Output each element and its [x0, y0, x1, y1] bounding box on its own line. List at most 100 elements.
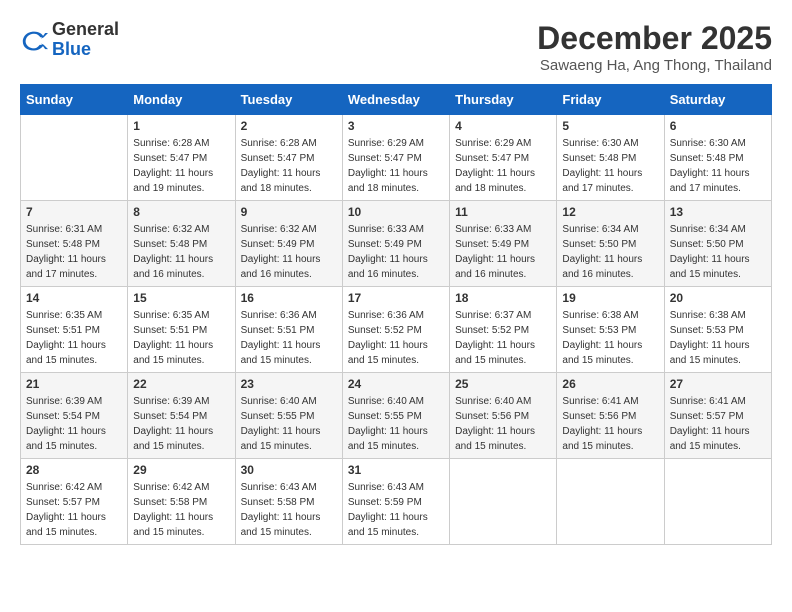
calendar-cell: 4 Sunrise: 6:29 AM Sunset: 5:47 PM Dayli…	[450, 115, 557, 201]
sunrise-label: Sunrise: 6:36 AM	[241, 310, 317, 321]
sunrise-label: Sunrise: 6:32 AM	[241, 224, 317, 235]
day-number: 2	[241, 119, 337, 133]
daylight-label: Daylight: 11 hours and 15 minutes.	[348, 340, 428, 366]
day-number: 19	[562, 291, 658, 305]
calendar-cell: 27 Sunrise: 6:41 AM Sunset: 5:57 PM Dayl…	[664, 373, 771, 459]
daylight-label: Daylight: 11 hours and 15 minutes.	[455, 340, 535, 366]
sunset-label: Sunset: 5:50 PM	[670, 239, 744, 250]
sunset-label: Sunset: 5:58 PM	[133, 497, 207, 508]
day-number: 21	[26, 377, 122, 391]
calendar-cell: 28 Sunrise: 6:42 AM Sunset: 5:57 PM Dayl…	[21, 459, 128, 545]
day-number: 22	[133, 377, 229, 391]
sunset-label: Sunset: 5:52 PM	[348, 325, 422, 336]
daylight-label: Daylight: 11 hours and 15 minutes.	[670, 340, 750, 366]
day-number: 16	[241, 291, 337, 305]
sunset-label: Sunset: 5:48 PM	[670, 153, 744, 164]
day-info: Sunrise: 6:39 AM Sunset: 5:54 PM Dayligh…	[26, 394, 122, 454]
calendar-cell: 22 Sunrise: 6:39 AM Sunset: 5:54 PM Dayl…	[128, 373, 235, 459]
sunset-label: Sunset: 5:49 PM	[348, 239, 422, 250]
logo-general: General	[52, 20, 119, 40]
day-number: 24	[348, 377, 444, 391]
calendar-cell: 31 Sunrise: 6:43 AM Sunset: 5:59 PM Dayl…	[342, 459, 449, 545]
sunrise-label: Sunrise: 6:39 AM	[133, 396, 209, 407]
day-number: 13	[670, 205, 766, 219]
daylight-label: Daylight: 11 hours and 16 minutes.	[562, 254, 642, 280]
sunrise-label: Sunrise: 6:28 AM	[133, 138, 209, 149]
sunset-label: Sunset: 5:59 PM	[348, 497, 422, 508]
sunset-label: Sunset: 5:55 PM	[348, 411, 422, 422]
day-number: 26	[562, 377, 658, 391]
day-number: 10	[348, 205, 444, 219]
sunset-label: Sunset: 5:47 PM	[455, 153, 529, 164]
day-number: 31	[348, 463, 444, 477]
sunrise-label: Sunrise: 6:32 AM	[133, 224, 209, 235]
calendar-cell: 1 Sunrise: 6:28 AM Sunset: 5:47 PM Dayli…	[128, 115, 235, 201]
calendar-cell: 3 Sunrise: 6:29 AM Sunset: 5:47 PM Dayli…	[342, 115, 449, 201]
day-number: 25	[455, 377, 551, 391]
logo: General Blue	[20, 20, 119, 60]
sunrise-label: Sunrise: 6:30 AM	[670, 138, 746, 149]
calendar-cell: 11 Sunrise: 6:33 AM Sunset: 5:49 PM Dayl…	[450, 201, 557, 287]
calendar-cell: 26 Sunrise: 6:41 AM Sunset: 5:56 PM Dayl…	[557, 373, 664, 459]
daylight-label: Daylight: 11 hours and 16 minutes.	[241, 254, 321, 280]
day-info: Sunrise: 6:34 AM Sunset: 5:50 PM Dayligh…	[670, 222, 766, 282]
daylight-label: Daylight: 11 hours and 16 minutes.	[133, 254, 213, 280]
daylight-label: Daylight: 11 hours and 15 minutes.	[133, 340, 213, 366]
day-info: Sunrise: 6:35 AM Sunset: 5:51 PM Dayligh…	[26, 308, 122, 368]
title-block: December 2025 Sawaeng Ha, Ang Thong, Tha…	[537, 20, 772, 74]
sunrise-label: Sunrise: 6:41 AM	[670, 396, 746, 407]
sunset-label: Sunset: 5:49 PM	[241, 239, 315, 250]
sunrise-label: Sunrise: 6:42 AM	[133, 482, 209, 493]
sunrise-label: Sunrise: 6:31 AM	[26, 224, 102, 235]
sunset-label: Sunset: 5:53 PM	[670, 325, 744, 336]
sunset-label: Sunset: 5:58 PM	[241, 497, 315, 508]
calendar-week-row: 14 Sunrise: 6:35 AM Sunset: 5:51 PM Dayl…	[21, 287, 772, 373]
sunrise-label: Sunrise: 6:29 AM	[455, 138, 531, 149]
day-info: Sunrise: 6:38 AM Sunset: 5:53 PM Dayligh…	[670, 308, 766, 368]
calendar-cell: 6 Sunrise: 6:30 AM Sunset: 5:48 PM Dayli…	[664, 115, 771, 201]
sunrise-label: Sunrise: 6:41 AM	[562, 396, 638, 407]
day-info: Sunrise: 6:43 AM Sunset: 5:59 PM Dayligh…	[348, 480, 444, 540]
sunrise-label: Sunrise: 6:33 AM	[455, 224, 531, 235]
daylight-label: Daylight: 11 hours and 15 minutes.	[26, 340, 106, 366]
day-info: Sunrise: 6:39 AM Sunset: 5:54 PM Dayligh…	[133, 394, 229, 454]
sunset-label: Sunset: 5:51 PM	[26, 325, 100, 336]
day-info: Sunrise: 6:32 AM Sunset: 5:48 PM Dayligh…	[133, 222, 229, 282]
day-info: Sunrise: 6:41 AM Sunset: 5:57 PM Dayligh…	[670, 394, 766, 454]
day-number: 11	[455, 205, 551, 219]
daylight-label: Daylight: 11 hours and 18 minutes.	[455, 168, 535, 194]
calendar-cell: 10 Sunrise: 6:33 AM Sunset: 5:49 PM Dayl…	[342, 201, 449, 287]
day-number: 18	[455, 291, 551, 305]
weekday-header: Monday	[128, 85, 235, 115]
sunset-label: Sunset: 5:54 PM	[133, 411, 207, 422]
day-info: Sunrise: 6:42 AM Sunset: 5:58 PM Dayligh…	[133, 480, 229, 540]
daylight-label: Daylight: 11 hours and 15 minutes.	[241, 512, 321, 538]
day-info: Sunrise: 6:29 AM Sunset: 5:47 PM Dayligh…	[455, 136, 551, 196]
daylight-label: Daylight: 11 hours and 16 minutes.	[348, 254, 428, 280]
calendar-cell: 18 Sunrise: 6:37 AM Sunset: 5:52 PM Dayl…	[450, 287, 557, 373]
sunrise-label: Sunrise: 6:43 AM	[241, 482, 317, 493]
calendar-cell: 14 Sunrise: 6:35 AM Sunset: 5:51 PM Dayl…	[21, 287, 128, 373]
sunrise-label: Sunrise: 6:40 AM	[455, 396, 531, 407]
day-info: Sunrise: 6:42 AM Sunset: 5:57 PM Dayligh…	[26, 480, 122, 540]
sunrise-label: Sunrise: 6:37 AM	[455, 310, 531, 321]
calendar-cell	[557, 459, 664, 545]
day-number: 29	[133, 463, 229, 477]
day-number: 17	[348, 291, 444, 305]
daylight-label: Daylight: 11 hours and 15 minutes.	[26, 512, 106, 538]
daylight-label: Daylight: 11 hours and 19 minutes.	[133, 168, 213, 194]
day-number: 23	[241, 377, 337, 391]
calendar-subtitle: Sawaeng Ha, Ang Thong, Thailand	[537, 57, 772, 74]
sunset-label: Sunset: 5:57 PM	[670, 411, 744, 422]
sunset-label: Sunset: 5:54 PM	[26, 411, 100, 422]
calendar-cell: 21 Sunrise: 6:39 AM Sunset: 5:54 PM Dayl…	[21, 373, 128, 459]
sunset-label: Sunset: 5:49 PM	[455, 239, 529, 250]
day-number: 14	[26, 291, 122, 305]
calendar-cell: 5 Sunrise: 6:30 AM Sunset: 5:48 PM Dayli…	[557, 115, 664, 201]
calendar-cell: 16 Sunrise: 6:36 AM Sunset: 5:51 PM Dayl…	[235, 287, 342, 373]
daylight-label: Daylight: 11 hours and 17 minutes.	[26, 254, 106, 280]
calendar-cell	[664, 459, 771, 545]
day-number: 6	[670, 119, 766, 133]
day-number: 20	[670, 291, 766, 305]
sunset-label: Sunset: 5:48 PM	[562, 153, 636, 164]
